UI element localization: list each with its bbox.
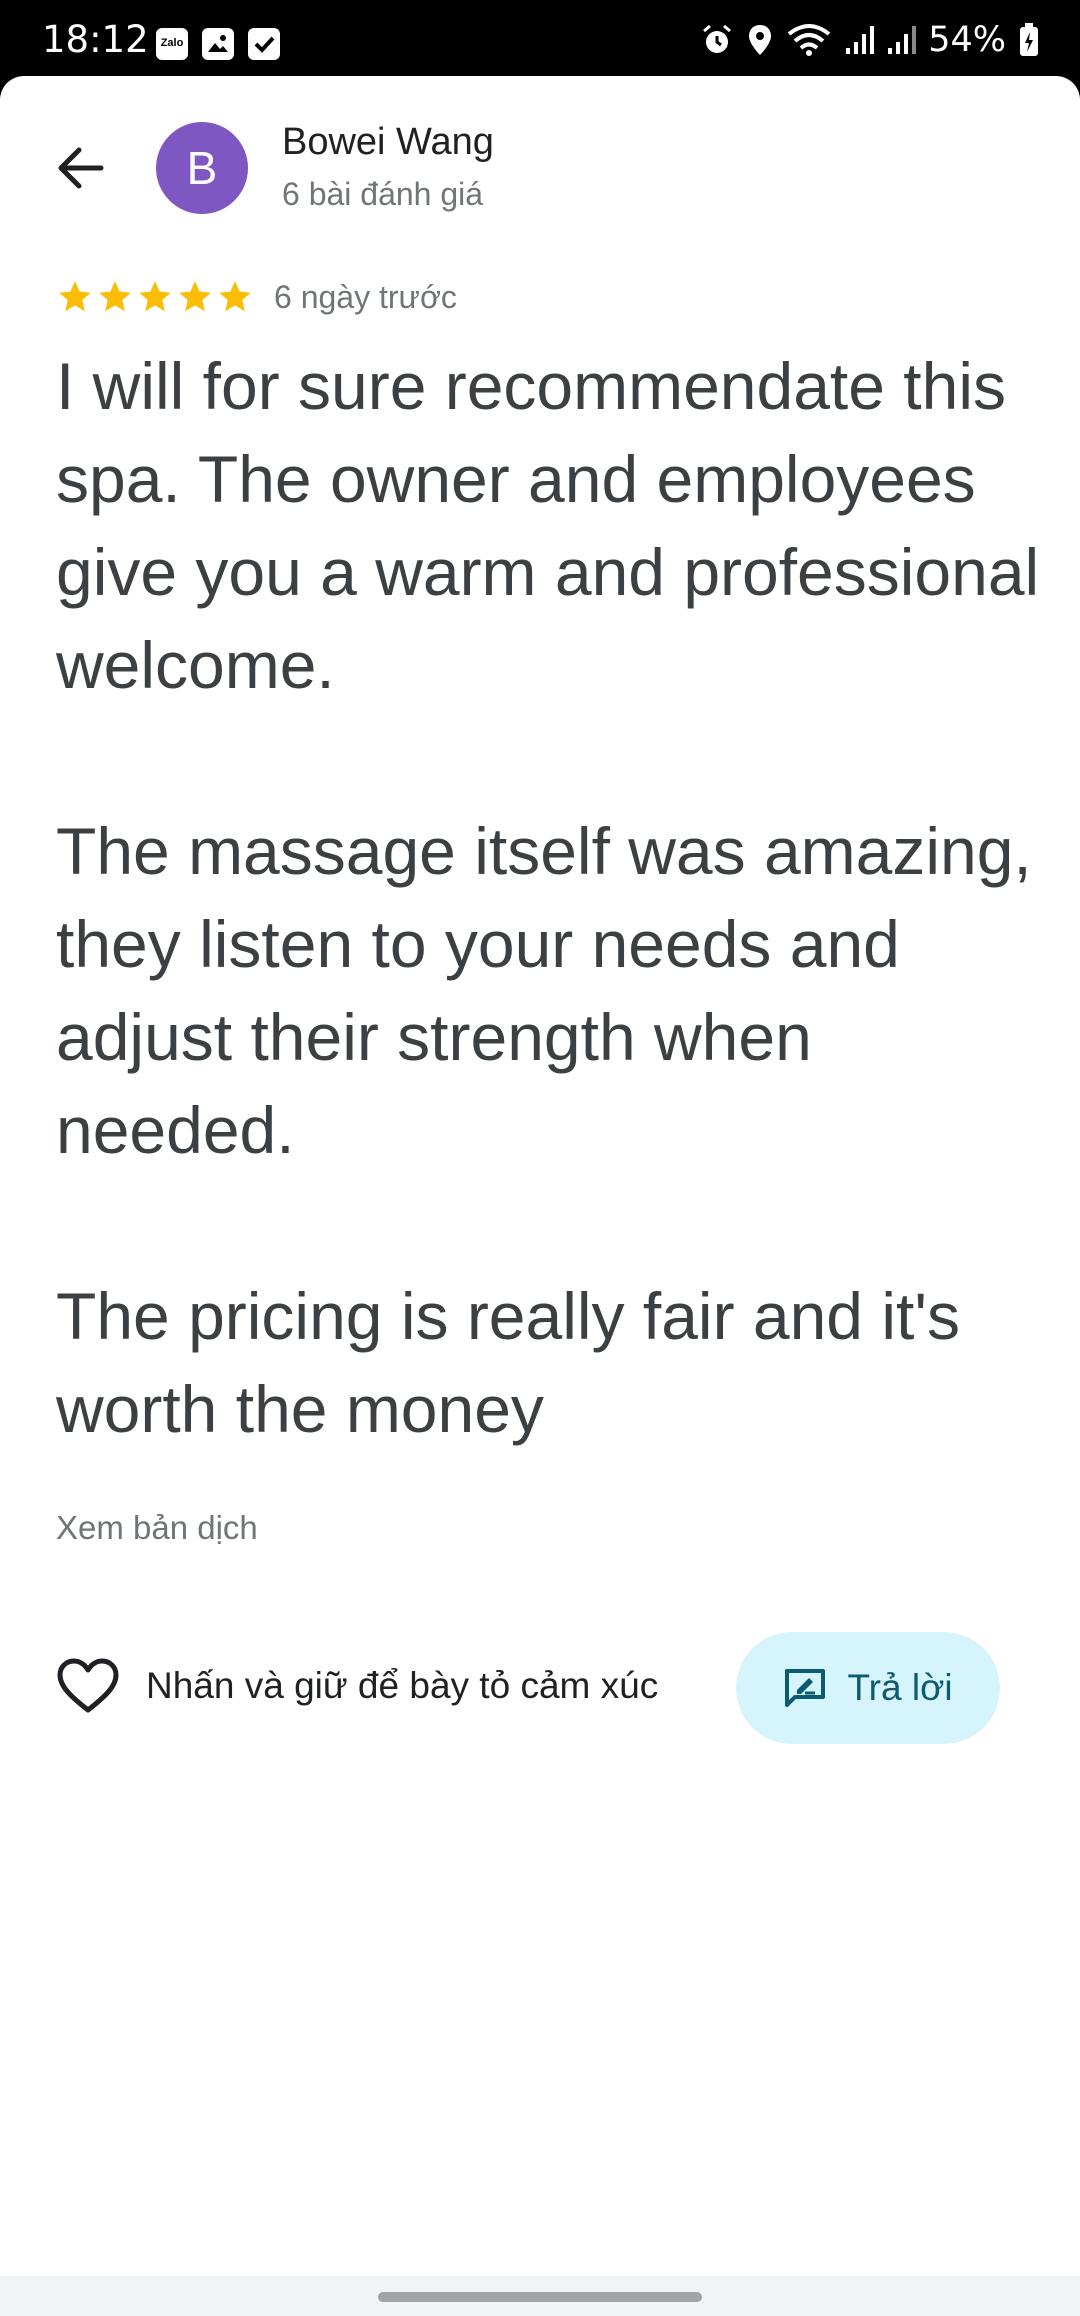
review-text: I will for sure recommendate this spa. T… xyxy=(56,340,1056,1456)
star-icon xyxy=(139,281,171,312)
back-button[interactable] xyxy=(46,134,114,202)
avatar[interactable]: B xyxy=(156,122,248,214)
checkbox-icon xyxy=(248,28,280,60)
rating-row: 6 ngày trước xyxy=(56,276,457,318)
star-icon xyxy=(99,281,131,312)
review-paragraph: I will for sure recommendate this spa. T… xyxy=(56,349,1040,702)
status-time: 18:12 xyxy=(42,18,149,61)
review-sheet: B Bowei Wang 6 bài đánh giá 6 ngày trước… xyxy=(0,76,1080,2276)
gallery-icon xyxy=(202,28,234,60)
status-bar: 18:12 Zalo 54% xyxy=(0,0,1080,76)
review-paragraph: The massage itself was amazing, they lis… xyxy=(56,814,1032,1167)
star-icon xyxy=(59,281,91,312)
review-actions: Nhấn và giữ để bày tỏ cảm xúc Trả lời xyxy=(56,1632,1056,1744)
home-gesture-handle[interactable] xyxy=(378,2292,702,2302)
arrow-left-icon xyxy=(58,147,104,189)
signal-icon xyxy=(888,26,917,54)
battery-icon xyxy=(1020,23,1038,56)
star-icon xyxy=(219,281,251,312)
alarm-icon xyxy=(703,24,732,53)
zalo-icon xyxy=(156,28,188,60)
review-date: 6 ngày trước xyxy=(274,279,457,315)
notification-icons xyxy=(156,28,280,62)
reply-label: Trả lời xyxy=(847,1667,953,1708)
react-button[interactable] xyxy=(56,1658,120,1714)
reviewer-name[interactable]: Bowei Wang xyxy=(282,118,494,166)
heart-outline-icon xyxy=(57,1658,119,1713)
review-count: 6 bài đánh giá xyxy=(282,176,484,212)
system-icons: 54% xyxy=(700,20,1040,60)
wifi-icon xyxy=(787,24,831,56)
location-icon xyxy=(749,25,772,55)
signal-icon xyxy=(846,26,875,54)
review-paragraph: The pricing is really fair and it's wort… xyxy=(56,1279,960,1446)
review-header: B Bowei Wang 6 bài đánh giá xyxy=(0,76,1080,256)
navigation-bar xyxy=(0,2276,1080,2316)
reply-button[interactable]: Trả lời xyxy=(736,1632,1000,1744)
battery-level: 54% xyxy=(928,20,1006,60)
star-icon xyxy=(179,281,211,312)
translate-link[interactable]: Xem bản dịch xyxy=(56,1506,258,1550)
reaction-hint: Nhấn và giữ để bày tỏ cảm xúc xyxy=(146,1665,659,1706)
reply-icon xyxy=(785,1669,826,1707)
star-rating xyxy=(56,278,254,316)
